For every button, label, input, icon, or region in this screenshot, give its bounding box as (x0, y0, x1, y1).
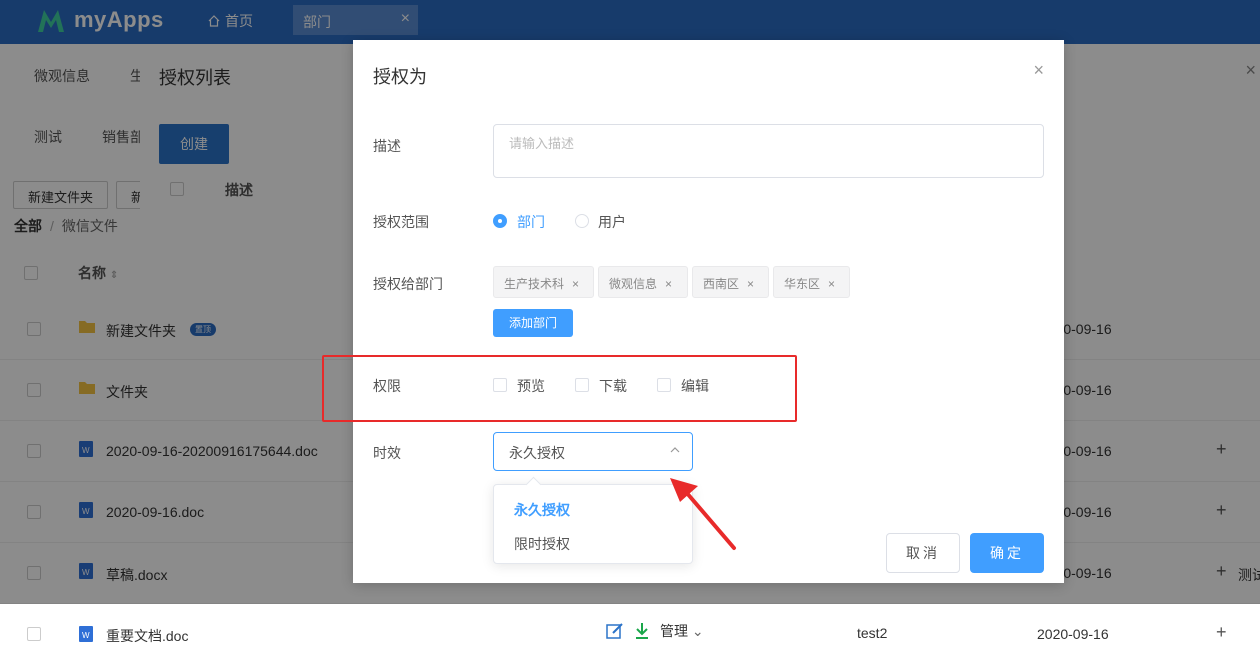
dept-tag: 生产技术科 × (493, 266, 594, 298)
close-icon[interactable]: × (665, 277, 672, 291)
close-icon[interactable]: × (828, 277, 835, 291)
row-checkbox[interactable] (27, 627, 41, 641)
word-doc-icon: W (79, 626, 93, 642)
dept-tag-label: 西南区 (703, 277, 740, 291)
file-date: 2020-09-16 (1037, 626, 1109, 642)
scope-radio-department[interactable] (493, 214, 507, 228)
file-name[interactable]: 重要文档.doc (106, 626, 188, 646)
dept-label: 授权给部门 (373, 276, 443, 292)
chevron-down-icon: ⌄ (691, 623, 704, 639)
confirm-button[interactable]: 确定 (970, 533, 1044, 573)
validity-option-permanent[interactable]: 永久授权 (514, 500, 570, 520)
dept-tag: 华东区 × (773, 266, 850, 298)
validity-option-limited[interactable]: 限时授权 (514, 534, 570, 554)
annotation-highlight-box (322, 355, 797, 422)
manage-dropdown[interactable]: 管理 ⌄ (660, 621, 704, 641)
download-icon[interactable] (634, 622, 650, 640)
row-actions: 管理 ⌄ (606, 621, 704, 641)
edit-icon[interactable] (606, 622, 624, 640)
dept-tag-label: 生产技术科 (504, 277, 565, 291)
cancel-button[interactable]: 取消 (886, 533, 960, 573)
close-icon[interactable]: × (747, 277, 754, 291)
desc-label: 描述 (373, 138, 401, 154)
scope-label: 授权范围 (373, 214, 429, 230)
scope-option-user[interactable]: 用户 (598, 212, 626, 232)
add-department-button[interactable]: 添加部门 (493, 309, 573, 337)
validity-label: 时效 (373, 445, 401, 461)
add-icon[interactable]: + (1216, 622, 1227, 643)
chevron-up-icon (670, 447, 680, 453)
svg-text:W: W (82, 631, 90, 640)
dialog-title: 授权为 (373, 67, 427, 87)
annotation-arrow-icon (670, 478, 736, 550)
scope-radio-user[interactable] (575, 214, 589, 228)
dept-tag: 西南区 × (692, 266, 769, 298)
close-icon[interactable]: × (1033, 60, 1044, 81)
validity-select[interactable]: 永久授权 (493, 432, 693, 471)
desc-input[interactable]: 请输入描述 (493, 124, 1044, 178)
scope-option-department[interactable]: 部门 (517, 212, 545, 232)
close-icon[interactable]: × (572, 277, 579, 291)
dept-tag: 微观信息 × (598, 266, 688, 298)
manage-label: 管理 (660, 623, 688, 639)
dept-tag-label: 微观信息 (609, 277, 658, 291)
dept-tag-label: 华东区 (784, 277, 821, 291)
row-user: test2 (857, 625, 888, 641)
validity-value: 永久授权 (509, 445, 565, 461)
